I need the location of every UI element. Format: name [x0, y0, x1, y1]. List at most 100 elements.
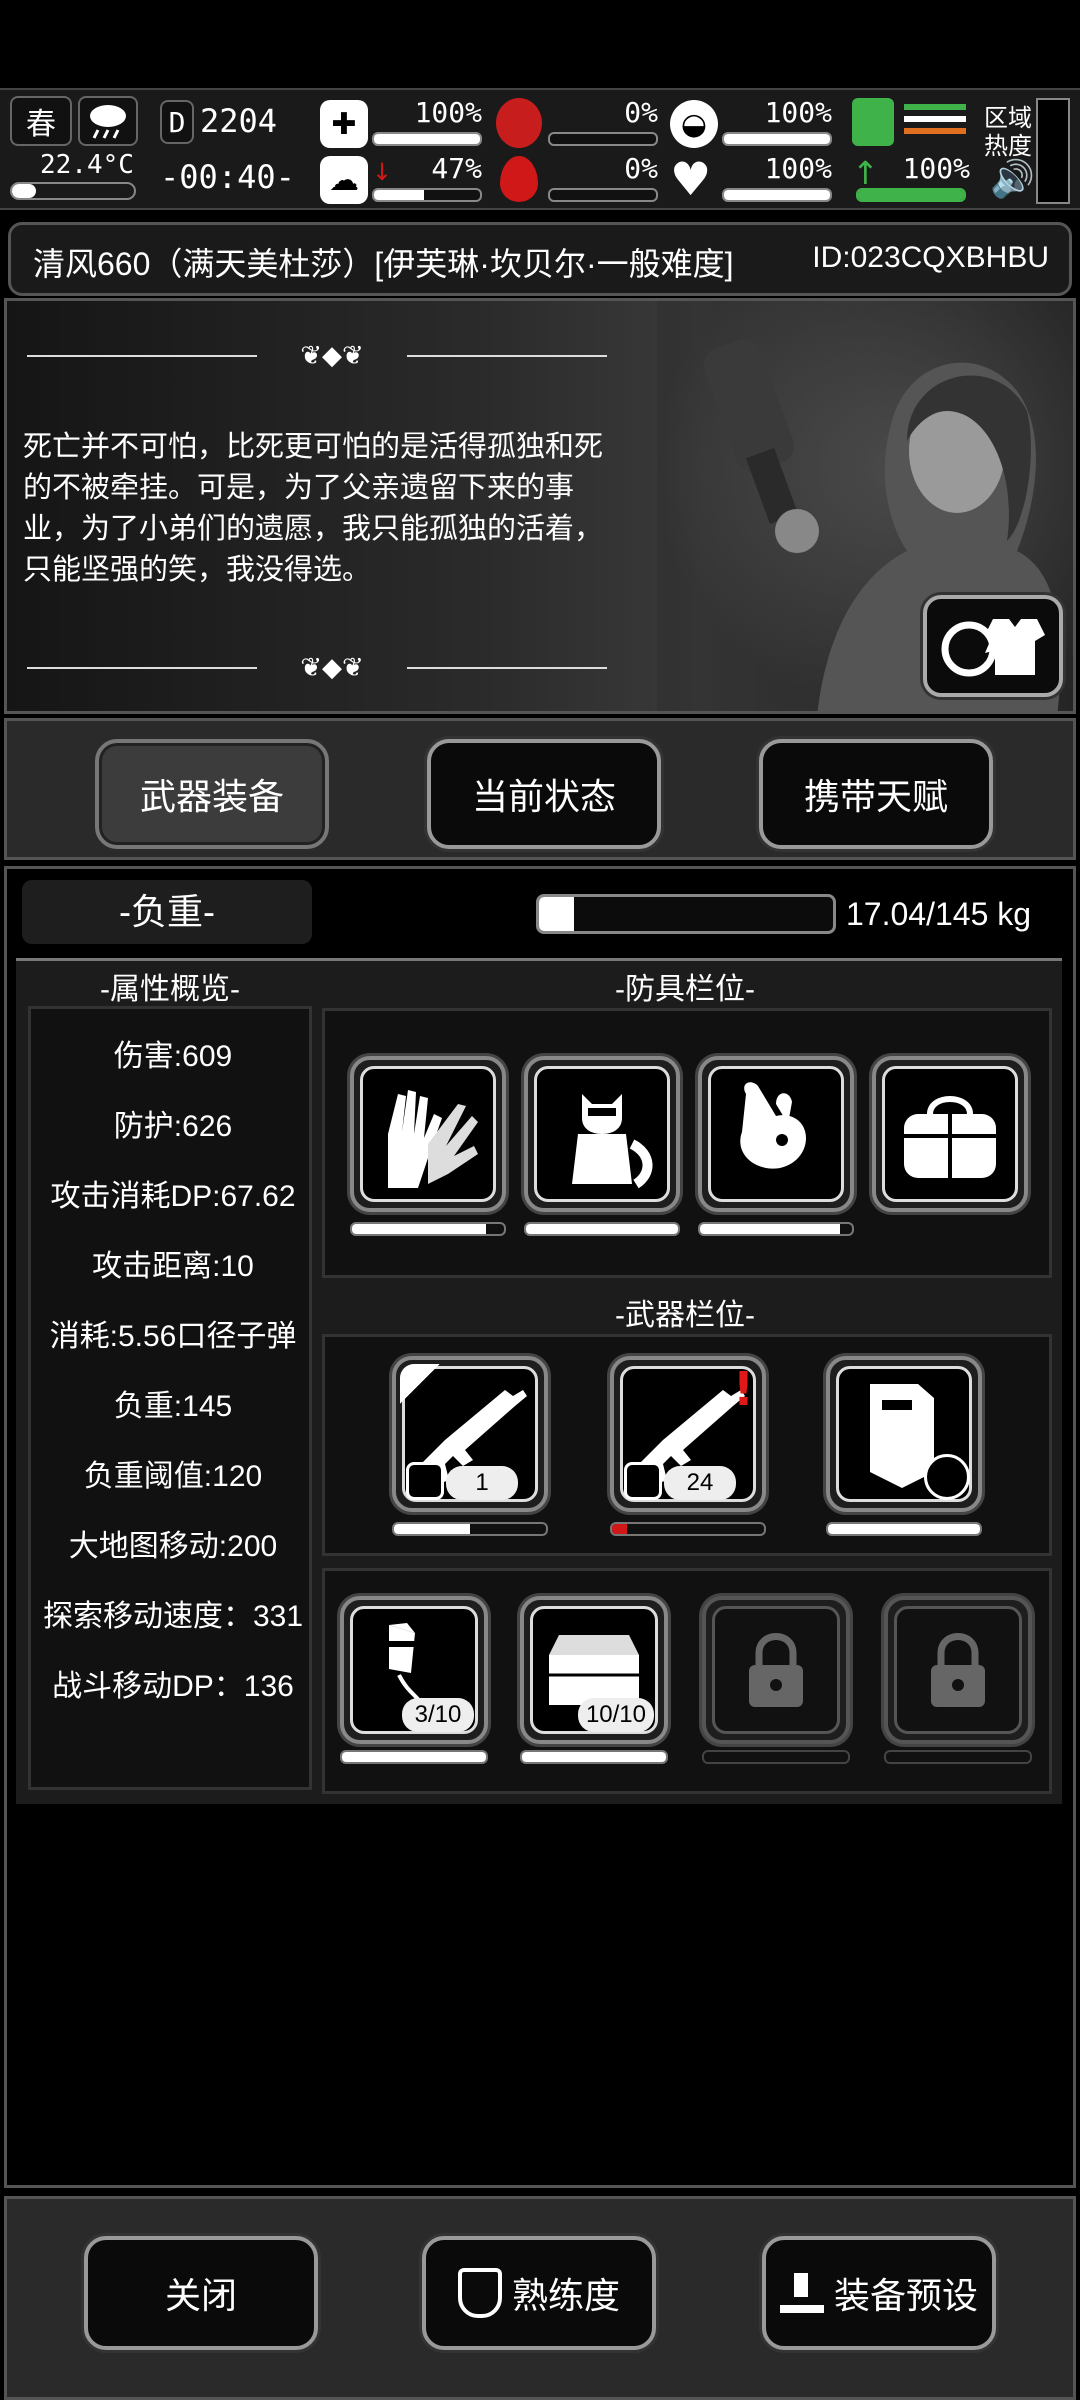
- equipment-preset-button[interactable]: 装备预设: [762, 2236, 996, 2350]
- outfit-swap-button[interactable]: [923, 595, 1063, 697]
- weather-icon: [78, 96, 138, 146]
- attr-weight-threshold: 负重阈值:120: [83, 1460, 263, 1493]
- weapon-slot-2[interactable]: ! 24: [610, 1356, 766, 1512]
- load-label: -负重-: [22, 880, 312, 944]
- rabbit-mask-icon: [740, 1082, 806, 1180]
- thermometer-icon: [10, 182, 136, 200]
- attachment-icon: [406, 1462, 444, 1500]
- day-counter: 2204: [200, 102, 278, 140]
- preset-label: 装备预设: [833, 2275, 978, 2316]
- heart-icon: ♥: [670, 152, 712, 206]
- blood-drop-icon: [500, 156, 538, 202]
- item-slot-3-bar: [702, 1750, 850, 1764]
- shield-icon: ◒: [670, 100, 718, 148]
- weapon-slot-1[interactable]: 1: [392, 1356, 548, 1512]
- ornament-bottom: ❦◆❦: [27, 653, 607, 683]
- character-title-bar: 清风660（满天美杜莎）[伊芙琳·坎贝尔·一般难度] ID:023CQXBHBU: [8, 222, 1072, 296]
- shield-bar: [722, 132, 832, 146]
- weapon-slot-1-durability: [392, 1522, 548, 1536]
- bleed-pct: 0%: [624, 152, 658, 185]
- heart-pct: 100%: [764, 152, 832, 185]
- warning-exclamation-icon: !: [733, 1362, 754, 1416]
- proficiency-button[interactable]: 熟练度: [422, 2236, 656, 2350]
- burst-mode-icon: [400, 1364, 440, 1404]
- tab-talents[interactable]: 携带天赋: [759, 739, 993, 849]
- day-icon: D: [160, 100, 194, 144]
- proficiency-label: 熟练度: [511, 2275, 620, 2316]
- item-slot-1-durability: [340, 1750, 488, 1764]
- duffel-bag-icon: [904, 1096, 996, 1178]
- attr-defense: 防护:626: [113, 1110, 233, 1143]
- armor-slot-gloves[interactable]: [350, 1056, 506, 1212]
- attr-carry-weight: 负重:145: [113, 1390, 233, 1423]
- tab-current-status[interactable]: 当前状态: [427, 739, 661, 849]
- preset-icon: [779, 2273, 824, 2313]
- armor-slot-suit[interactable]: [524, 1056, 680, 1212]
- load-bar: [536, 894, 836, 934]
- stamina-lines: [904, 104, 966, 134]
- speaker-icon[interactable]: 🔊: [990, 158, 1035, 200]
- health-bar: [372, 132, 482, 146]
- story-quote: 死亡并不可怕，比死更可怕的是活得孤独和死的不被牵挂。可是，为了父亲遗留下来的事业…: [23, 431, 604, 586]
- armor-slot-mask-durability: [698, 1222, 854, 1236]
- hunger-pct: 0%: [624, 96, 658, 129]
- attachment-icon: [624, 1462, 662, 1500]
- season-label: 春: [26, 107, 56, 142]
- item-slot-2[interactable]: 10/10: [520, 1596, 668, 1744]
- bleed-bar: [548, 188, 658, 202]
- weapon-slot-3[interactable]: [826, 1356, 982, 1512]
- item-slot-1-count: 3/10: [402, 1698, 474, 1732]
- character-id: ID:023CQXBHBU: [812, 241, 1049, 274]
- region-heat-label: 区域热度: [984, 104, 1032, 160]
- sanity-bar: [372, 188, 482, 202]
- shield-pct: 100%: [764, 96, 832, 129]
- raccoon-suit-icon: [572, 1094, 653, 1189]
- health-pct: 100%: [414, 96, 482, 129]
- character-title: 清风660（满天美杜莎）[伊芙琳·坎贝尔·一般难度]: [33, 246, 734, 282]
- attributes-list: 伤害:609 防护:626 攻击消耗DP:67.62 攻击距离:10 消耗:5.…: [28, 1006, 312, 1790]
- attr-map-movement: 大地图移动:200: [68, 1530, 278, 1563]
- tab-bar: 武器装备 当前状态 携带天赋: [4, 718, 1076, 860]
- attr-attack-range: 攻击距离:10: [92, 1250, 254, 1283]
- attr-combat-move-dp: 战斗移动DP：136: [52, 1670, 294, 1703]
- run-pct: 100%: [902, 152, 970, 185]
- temperature: 22.4°C: [40, 150, 134, 180]
- item-slot-2-count: 10/10: [577, 1698, 654, 1732]
- armor-slot-gloves-durability: [350, 1222, 506, 1236]
- stomach-icon: [496, 98, 542, 148]
- close-label: 关闭: [164, 2275, 237, 2316]
- weapon-slot-1-count: 1: [446, 1466, 518, 1500]
- item-slot-3-locked[interactable]: [702, 1596, 850, 1744]
- season-badge: 春: [10, 96, 72, 146]
- item-slot-4-locked[interactable]: [884, 1596, 1032, 1744]
- weapon-slot-2-durability: [610, 1522, 766, 1536]
- ornament-top: ❦◆❦: [27, 341, 607, 371]
- brain-icon: ☁: [320, 156, 368, 204]
- attr-explore-speed: 探索移动速度：331: [42, 1600, 304, 1633]
- close-button[interactable]: 关闭: [84, 2236, 318, 2350]
- status-hud: 春 22.4°C D 2204 -00:40- ✚ 100% 0% ◒ 100%…: [0, 88, 1080, 210]
- outfit-swap-icon: [941, 619, 1045, 677]
- armor-slot-bag[interactable]: [872, 1056, 1028, 1212]
- armor-title: -防具栏位-: [615, 973, 755, 1006]
- armor-slot-mask[interactable]: [698, 1056, 854, 1212]
- stamina-boot-icon: [852, 98, 894, 146]
- heart-bar: [722, 188, 832, 202]
- attr-ammo-consumption: 消耗:5.56口径子弹: [49, 1320, 297, 1353]
- weapon-slot-2-count: 24: [664, 1466, 736, 1500]
- lock-icon: [749, 1633, 803, 1707]
- tab-weapons-equipment[interactable]: 武器装备: [95, 739, 329, 849]
- sanity-pct: 47%: [431, 152, 482, 185]
- weapons-title: -武器栏位-: [615, 1299, 755, 1332]
- run-bar: [856, 188, 966, 202]
- weapon-slot-3-durability: [826, 1522, 982, 1536]
- defense-badge-icon: [924, 1454, 970, 1500]
- attr-damage: 伤害:609: [113, 1040, 233, 1073]
- item-slot-4-bar: [884, 1750, 1032, 1764]
- attributes-title: -属性概览-: [100, 973, 240, 1006]
- medkit-icon: ✚: [320, 100, 368, 148]
- gloves-icon: [388, 1090, 478, 1188]
- armor-slot-suit-durability: [524, 1222, 680, 1236]
- hunger-bar: [548, 132, 658, 146]
- item-slot-1[interactable]: 3/10: [340, 1596, 488, 1744]
